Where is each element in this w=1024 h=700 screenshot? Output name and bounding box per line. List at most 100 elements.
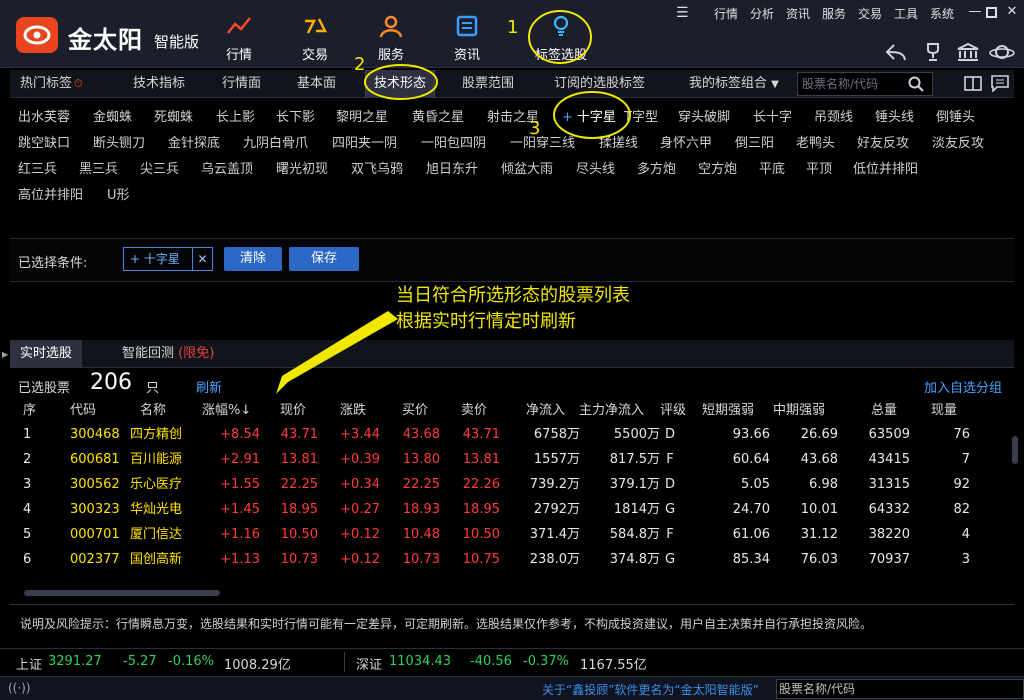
- nav-market[interactable]: 行情: [207, 8, 271, 64]
- planet-icon[interactable]: [989, 40, 1015, 64]
- bank-icon[interactable]: [955, 40, 981, 64]
- col-header-index[interactable]: 序: [23, 400, 36, 422]
- tag-item[interactable]: 黄昏之星: [412, 106, 464, 125]
- tag-item[interactable]: 倒锤头: [936, 106, 975, 125]
- tab-tech-indicator[interactable]: 技术指标: [133, 70, 185, 98]
- sysmenu-market[interactable]: 行情: [714, 5, 738, 22]
- side-expand-icon[interactable]: ▶: [2, 350, 8, 359]
- col-header-volume[interactable]: 总量: [871, 400, 897, 422]
- table-row[interactable]: 5 000701 厦门信达 +1.16 10.50 +0.12 10.48 10.50 371.…: [10, 522, 1014, 547]
- col-header-price[interactable]: 现价: [280, 400, 306, 422]
- vertical-scrollbar[interactable]: [1012, 436, 1018, 464]
- tab-fundamentals[interactable]: 基本面: [297, 70, 336, 98]
- book-icon[interactable]: [964, 76, 982, 96]
- horizontal-scrollbar[interactable]: [24, 590, 220, 596]
- tag-item[interactable]: T字型: [624, 106, 658, 125]
- refresh-link[interactable]: 刷新: [196, 377, 222, 396]
- tag-item[interactable]: 出水芙蓉: [18, 106, 70, 125]
- save-button[interactable]: 保存: [289, 247, 359, 271]
- col-header-mid-strength[interactable]: 中期强弱: [773, 400, 825, 422]
- clear-button[interactable]: 清除: [224, 247, 282, 271]
- tag-item[interactable]: 尖三兵: [140, 158, 179, 177]
- table-row[interactable]: 4 300323 华灿光电 +1.45 18.95 +0.27 18.93 18.95 2792…: [10, 497, 1014, 522]
- tab-hot-tags[interactable]: 热门标签 ⏱: [20, 70, 83, 98]
- table-row[interactable]: 6 002377 国创高新 +1.13 10.73 +0.12 10.73 10.75 238.…: [10, 547, 1014, 572]
- tag-item[interactable]: 平顶: [806, 158, 832, 177]
- tag-item[interactable]: 锤头线: [875, 106, 914, 125]
- tag-item[interactable]: 长十字: [753, 106, 792, 125]
- comment-icon[interactable]: [991, 75, 1009, 96]
- nav-trade[interactable]: 交易: [283, 8, 347, 64]
- tag-item[interactable]: 红三兵: [18, 158, 57, 177]
- table-row[interactable]: 2 600681 百川能源 +2.91 13.81 +0.39 13.80 13.81 1557…: [10, 447, 1014, 472]
- tab-tech-pattern[interactable]: 技术形态: [365, 70, 436, 98]
- col-header-main-inflow[interactable]: 主力净流入: [579, 400, 644, 422]
- col-header-pct[interactable]: 涨幅%↓: [202, 400, 251, 422]
- tab-market-side[interactable]: 行情面: [222, 70, 261, 98]
- tag-item[interactable]: 尽头线: [576, 158, 615, 177]
- sz-index-name[interactable]: 深证: [356, 654, 382, 673]
- tag-item[interactable]: 揉搓线: [599, 132, 638, 151]
- col-header-bid[interactable]: 买价: [402, 400, 428, 422]
- tab-stock-range[interactable]: 股票范围: [462, 70, 514, 98]
- col-header-ask[interactable]: 卖价: [461, 400, 487, 422]
- sysmenu-system[interactable]: 系统: [930, 5, 954, 22]
- tag-item[interactable]: 一阳包四阴: [421, 132, 486, 151]
- search-icon[interactable]: [908, 76, 924, 96]
- tag-item[interactable]: 倒三阳: [735, 132, 774, 151]
- close-icon[interactable]: ✕: [1005, 5, 1019, 19]
- rename-notice-link[interactable]: 关于“鑫投顾”软件更名为“金太阳智能版”: [542, 681, 774, 698]
- col-header-short-strength[interactable]: 短期强弱: [702, 400, 754, 422]
- maximize-icon[interactable]: [986, 7, 997, 18]
- col-header-change[interactable]: 涨跌: [340, 400, 366, 422]
- tag-item[interactable]: 一阳穿三线: [510, 132, 575, 151]
- tag-item[interactable]: 高位并排阳: [18, 184, 83, 203]
- tab-smart-backtest[interactable]: 智能回测 (限免): [122, 340, 214, 368]
- tag-item[interactable]: 旭日东升: [426, 158, 478, 177]
- tag-item[interactable]: 乌云盖顶: [201, 158, 253, 177]
- tag-item[interactable]: 金针探底: [168, 132, 220, 151]
- condition-chip[interactable]: + 十字星 ✕: [123, 247, 213, 271]
- sysmenu-analysis[interactable]: 分析: [750, 5, 774, 22]
- table-row[interactable]: 3 300562 乐心医疗 +1.55 22.25 +0.34 22.25 22.26 739.…: [10, 472, 1014, 497]
- tag-item[interactable]: 九阴白骨爪: [243, 132, 308, 151]
- tag-item[interactable]: 空方炮: [698, 158, 737, 177]
- table-row[interactable]: 1 300468 四方精创 +8.54 43.71 +3.44 43.68 43.71 6758…: [10, 422, 1014, 447]
- sh-index-name[interactable]: 上证: [16, 654, 42, 673]
- tag-item[interactable]: 四阳夹一阴: [332, 132, 397, 151]
- tab-subscribed-tags[interactable]: 订阅的选股标签: [554, 70, 645, 98]
- remove-condition-icon[interactable]: ✕: [192, 248, 212, 270]
- col-header-inflow[interactable]: 净流入: [526, 400, 565, 422]
- tag-item[interactable]: 长上影: [216, 106, 255, 125]
- sysmenu-tools[interactable]: 工具: [894, 5, 918, 22]
- trophy-icon[interactable]: [920, 40, 946, 64]
- tag-item[interactable]: 低位并排阳: [853, 158, 918, 177]
- bottom-search-input[interactable]: 股票名称/代码: [776, 679, 1024, 699]
- tag-item[interactable]: 倾盆大雨: [501, 158, 553, 177]
- minimize-icon[interactable]: —: [968, 5, 982, 19]
- tab-realtime-select[interactable]: 实时选股: [10, 340, 83, 368]
- tag-item[interactable]: 长下影: [276, 106, 315, 125]
- menu-list-icon[interactable]: ☰: [676, 5, 689, 21]
- tag-item[interactable]: 身怀六甲: [660, 132, 712, 151]
- tab-my-tag-combos[interactable]: 我的标签组合 ▼: [689, 70, 779, 98]
- tag-item[interactable]: 平底: [759, 158, 785, 177]
- col-header-name[interactable]: 名称: [140, 400, 166, 422]
- tag-item-selected[interactable]: + 十字星: [562, 106, 616, 125]
- sysmenu-trade[interactable]: 交易: [858, 5, 882, 22]
- tag-item[interactable]: 淡友反攻: [932, 132, 984, 151]
- tag-item[interactable]: 吊颈线: [814, 106, 853, 125]
- col-header-cur-volume[interactable]: 现量: [931, 400, 957, 422]
- sysmenu-service[interactable]: 服务: [822, 5, 846, 22]
- tag-item[interactable]: 死蜘蛛: [154, 106, 193, 125]
- nav-tag-select[interactable]: 标签选股: [526, 8, 596, 64]
- tag-item[interactable]: 曙光初现: [276, 158, 328, 177]
- nav-service[interactable]: 服务: [359, 8, 423, 64]
- tag-item[interactable]: 跳空缺口: [18, 132, 70, 151]
- add-to-group-link[interactable]: 加入自选分组: [924, 377, 1002, 396]
- tag-item[interactable]: 双飞乌鸦: [351, 158, 403, 177]
- tag-item[interactable]: 多方炮: [637, 158, 676, 177]
- tag-item[interactable]: 老鸭头: [796, 132, 835, 151]
- tag-item[interactable]: 穿头破脚: [678, 106, 730, 125]
- back-icon[interactable]: [883, 40, 909, 64]
